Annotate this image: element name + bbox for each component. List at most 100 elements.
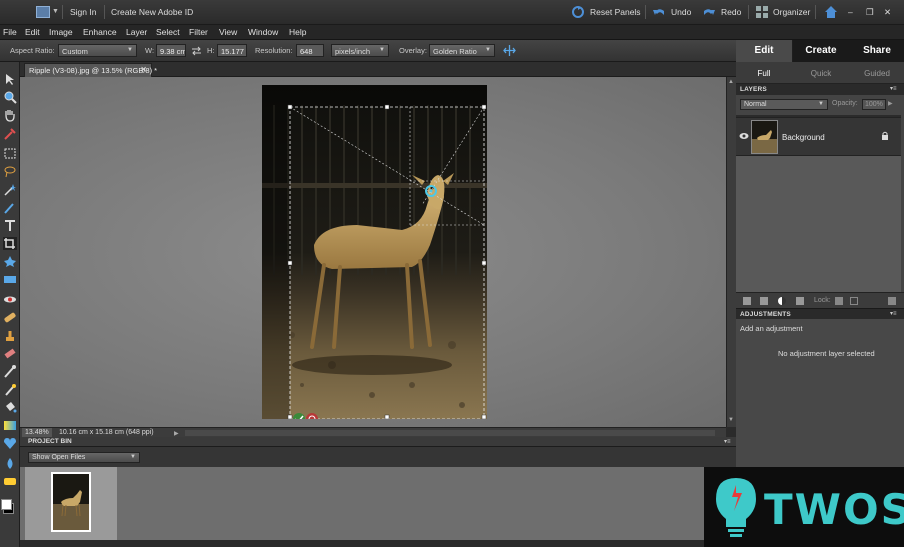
height-field[interactable]: 15.177 c — [217, 44, 247, 57]
red-eye-tool-icon[interactable] — [3, 293, 17, 306]
healing-brush-tool-icon[interactable] — [3, 311, 17, 324]
menu-edit[interactable]: Edit — [25, 27, 40, 37]
crop-tool-icon[interactable] — [3, 237, 17, 250]
maximize-button[interactable]: ❐ — [866, 7, 874, 18]
width-field[interactable]: 9.38 cm — [156, 44, 186, 57]
lasso-tool-icon[interactable] — [3, 165, 17, 178]
new-layer-icon[interactable] — [743, 297, 751, 305]
opacity-slider-arrow-icon[interactable]: ▶ — [888, 100, 893, 107]
scroll-up-icon[interactable]: ▲ — [728, 79, 735, 86]
menu-enhance[interactable]: Enhance — [83, 27, 117, 37]
menu-layer[interactable]: Layer — [126, 27, 147, 37]
lock-label: Lock: — [814, 297, 831, 304]
tab-share[interactable]: Share — [849, 40, 904, 62]
gradient-tool-icon[interactable] — [3, 419, 17, 432]
show-open-files-select[interactable]: Show Open Files ▼ — [28, 452, 140, 463]
resolution-field[interactable]: 648 — [296, 44, 324, 57]
smart-brush-tool-icon[interactable] — [3, 383, 17, 396]
create-adobe-id-link[interactable]: Create New Adobe ID — [111, 7, 193, 17]
magic-wand-tool-icon[interactable] — [3, 183, 17, 196]
document-tab[interactable]: Ripple (V3-08).jpg @ 13.5% (RGB/8) * ✕ — [24, 63, 157, 77]
redo-button[interactable]: Redo — [721, 7, 741, 17]
type-tool-icon[interactable] — [3, 219, 17, 232]
canvas-horizontal-scrollbar[interactable] — [185, 430, 715, 436]
eye-visibility-icon[interactable] — [739, 132, 749, 140]
clone-stamp-tool-icon[interactable] — [3, 329, 17, 342]
undo-icon[interactable] — [652, 5, 666, 19]
lock-transparent-icon[interactable] — [835, 297, 843, 305]
organizer-icon[interactable] — [755, 5, 769, 19]
hand-tool-icon[interactable] — [3, 109, 17, 122]
menu-select[interactable]: Select — [156, 27, 180, 37]
project-bin-thumbnail[interactable] — [51, 472, 91, 532]
paint-bucket-tool-icon[interactable] — [3, 401, 17, 414]
menu-filter[interactable]: Filter — [189, 27, 208, 37]
zoom-tool-icon[interactable] — [3, 91, 17, 104]
lock-all-icon[interactable] — [850, 297, 858, 305]
overlay-select[interactable]: Golden Ratio ▼ — [429, 44, 495, 57]
close-icon[interactable]: ✕ — [884, 7, 891, 18]
eraser-tool-icon[interactable] — [3, 347, 17, 360]
menu-image[interactable]: Image — [49, 27, 73, 37]
move-tool-icon[interactable] — [3, 73, 17, 86]
eyedropper-tool-icon[interactable] — [3, 127, 17, 140]
close-icon[interactable]: ✕ — [140, 65, 147, 74]
layer-row[interactable]: Background — [736, 117, 901, 156]
divider — [815, 5, 816, 19]
chevron-down-icon[interactable]: ▼ — [52, 8, 59, 15]
trash-icon[interactable] — [888, 297, 896, 305]
swap-dimensions-icon[interactable] — [191, 46, 202, 56]
panel-menu-icon[interactable]: ▾≡ — [890, 85, 897, 92]
menu-view[interactable]: View — [219, 27, 237, 37]
opacity-field[interactable]: 100% — [862, 99, 886, 110]
foreground-color-swatch[interactable] — [1, 499, 12, 510]
divider — [62, 5, 63, 19]
panel-menu-icon[interactable]: ▾≡ — [724, 438, 731, 445]
blur-tool-icon[interactable] — [3, 457, 17, 470]
minimize-button[interactable]: – — [848, 7, 853, 17]
shape-tool-icon[interactable] — [3, 437, 17, 450]
menu-window[interactable]: Window — [248, 27, 278, 37]
straighten-tool-icon[interactable] — [3, 273, 17, 286]
adjustment-layer-icon[interactable] — [778, 297, 786, 305]
sponge-tool-icon[interactable] — [3, 475, 17, 488]
layer-thumbnail — [751, 120, 778, 154]
aspect-ratio-label: Aspect Ratio: — [10, 46, 55, 55]
undo-button[interactable]: Undo — [671, 7, 691, 17]
workspace-menu-icon[interactable] — [36, 6, 50, 18]
tab-quick[interactable]: Quick — [793, 69, 849, 78]
reset-panels-icon[interactable] — [571, 5, 585, 19]
show-open-files-value: Show Open Files — [32, 454, 86, 461]
reset-panels-button[interactable]: Reset Panels — [590, 7, 641, 17]
tab-edit[interactable]: Edit — [736, 40, 792, 62]
new-group-icon[interactable] — [760, 297, 768, 305]
marquee-tool-icon[interactable] — [3, 147, 17, 160]
divider — [645, 5, 646, 19]
canvas-vertical-scrollbar[interactable]: ▲ ▼ — [726, 77, 736, 427]
menu-help[interactable]: Help — [289, 27, 306, 37]
blend-mode-select[interactable]: Normal ▼ — [740, 99, 828, 110]
menu-file[interactable]: File — [3, 27, 17, 37]
tab-full[interactable]: Full — [736, 69, 792, 78]
scroll-down-icon[interactable]: ▼ — [728, 417, 735, 424]
info-menu-arrow-icon[interactable]: ▶ — [174, 430, 180, 437]
layer-name[interactable]: Background — [782, 133, 825, 142]
sign-in-link[interactable]: Sign In — [70, 7, 96, 17]
cookie-cutter-tool-icon[interactable] — [3, 255, 17, 268]
organizer-button[interactable]: Organizer — [773, 7, 810, 17]
resolution-unit-select[interactable]: pixels/inch ▼ — [331, 44, 389, 57]
tab-guided[interactable]: Guided — [849, 69, 904, 78]
add-adjustment-text: Add an adjustment — [740, 324, 803, 333]
deer-thumbnail — [53, 474, 89, 530]
project-bin-area[interactable] — [20, 467, 704, 540]
rotate-crop-icon[interactable] — [503, 44, 516, 57]
quick-selection-tool-icon[interactable] — [3, 201, 17, 214]
brush-tool-icon[interactable] — [3, 365, 17, 378]
document-image[interactable] — [262, 85, 487, 419]
tab-create[interactable]: Create — [793, 40, 849, 62]
home-icon[interactable] — [824, 5, 838, 19]
panel-menu-icon[interactable]: ▾≡ — [890, 310, 897, 317]
aspect-ratio-select[interactable]: Custom ▼ — [58, 44, 137, 57]
redo-icon[interactable] — [702, 5, 716, 19]
layer-mask-icon[interactable] — [796, 297, 804, 305]
